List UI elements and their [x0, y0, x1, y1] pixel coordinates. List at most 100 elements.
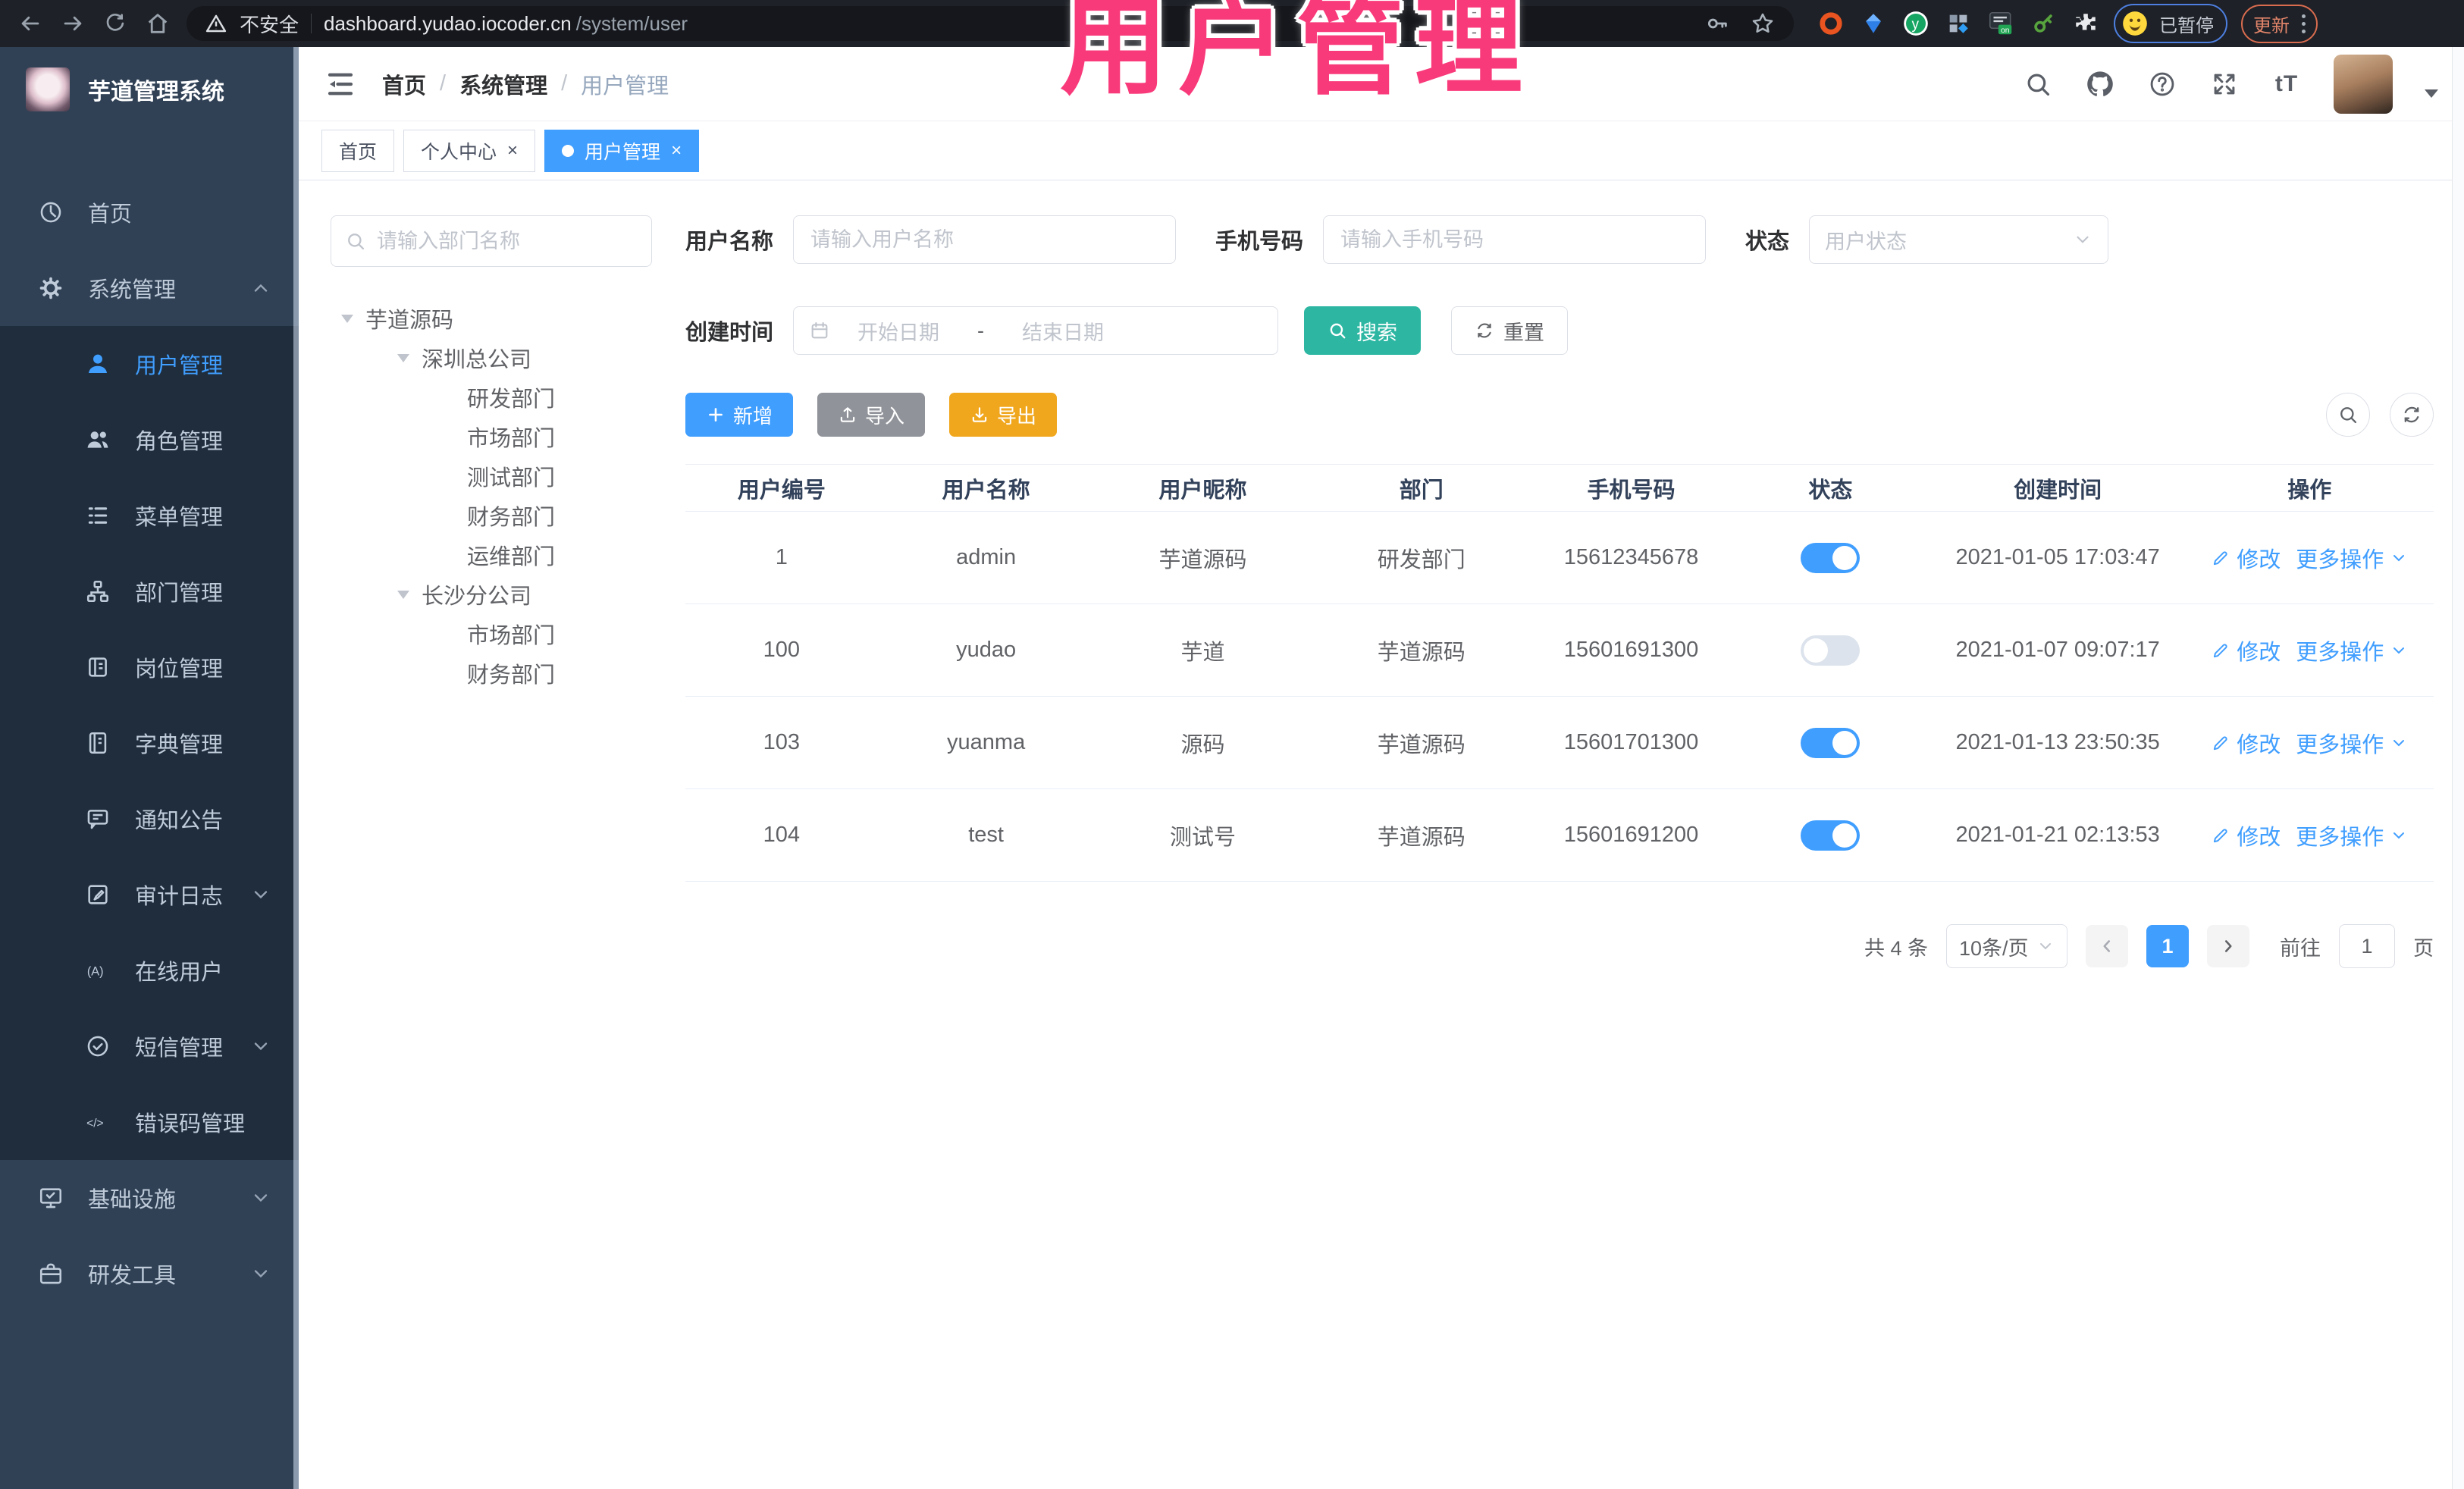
sidebar-scrollbar[interactable]: [293, 47, 299, 1489]
chevron-down-icon: [250, 1187, 271, 1208]
url-path[interactable]: /system/user: [576, 12, 688, 36]
browser-home-icon[interactable]: [144, 10, 171, 37]
sidebar-item-menus[interactable]: 菜单管理: [0, 478, 299, 553]
caret-expanded-icon[interactable]: [397, 353, 409, 362]
tab-profile[interactable]: 个人中心 ×: [403, 129, 536, 172]
avatar-caret-icon[interactable]: [2425, 89, 2438, 98]
tree-node[interactable]: 市场部门: [331, 614, 652, 654]
browser-forward-icon[interactable]: [59, 10, 86, 37]
caret-expanded-icon[interactable]: [341, 314, 353, 323]
breadcrumb-home[interactable]: 首页: [382, 68, 426, 100]
more-actions-link[interactable]: 更多操作: [2296, 820, 2408, 851]
ext-blue-gem-icon[interactable]: [1859, 9, 1888, 38]
collapse-sidebar-icon[interactable]: [324, 68, 356, 100]
tree-node[interactable]: 研发部门: [331, 378, 652, 417]
edit-link[interactable]: 修改: [2211, 542, 2281, 574]
tree-node[interactable]: 财务部门: [331, 496, 652, 535]
page-size-select[interactable]: 10条/页: [1946, 924, 2067, 968]
fullscreen-icon[interactable]: [2209, 69, 2240, 99]
status-toggle[interactable]: [1801, 542, 1861, 573]
cell-nickname: 测试号: [1170, 825, 1237, 850]
ext-on-badge-icon[interactable]: on: [1986, 9, 2015, 38]
browser-reload-icon[interactable]: [102, 10, 129, 37]
page-scrollbar[interactable]: [2452, 47, 2464, 1489]
tree-node[interactable]: 深圳总公司: [331, 338, 652, 378]
department-search-input[interactable]: [377, 229, 638, 253]
close-icon[interactable]: ×: [507, 141, 518, 160]
url-host[interactable]: dashboard.yudao.iocoder.cn: [324, 12, 572, 36]
more-actions-link[interactable]: 更多操作: [2296, 542, 2408, 574]
tree-node[interactable]: 运维部门: [331, 535, 652, 575]
status-toggle[interactable]: [1801, 727, 1861, 758]
sidebar-item-devtools[interactable]: 研发工具: [0, 1236, 299, 1312]
tree-node[interactable]: 测试部门: [331, 456, 652, 496]
sidebar-item-system[interactable]: 系统管理: [0, 250, 299, 326]
more-actions-link[interactable]: 更多操作: [2296, 635, 2408, 666]
sidebar-item-error-codes[interactable]: </> 错误码管理: [0, 1084, 299, 1160]
ext-orange-ring-icon[interactable]: [1817, 9, 1845, 38]
add-button[interactable]: 新增: [685, 393, 794, 437]
sidebar-item-notices[interactable]: 通知公告: [0, 781, 299, 857]
sidebar-item-posts[interactable]: 岗位管理: [0, 629, 299, 705]
search-icon[interactable]: [2023, 69, 2053, 99]
tree-node[interactable]: 市场部门: [331, 417, 652, 456]
security-label[interactable]: 不安全: [240, 10, 299, 38]
current-page-button[interactable]: 1: [2146, 925, 2189, 967]
breadcrumb-system[interactable]: 系统管理: [459, 68, 547, 100]
refresh-table-button[interactable]: [2390, 393, 2434, 437]
user-avatar[interactable]: [2334, 54, 2393, 114]
tree-node[interactable]: 长沙分公司: [331, 575, 652, 614]
edit-link[interactable]: 修改: [2211, 635, 2281, 666]
security-warning-icon[interactable]: [205, 12, 227, 35]
browser-back-icon[interactable]: [17, 10, 44, 37]
next-page-button[interactable]: [2207, 925, 2249, 967]
tree-node[interactable]: 芋道源码: [331, 299, 652, 338]
sidebar-item-home[interactable]: 首页: [0, 174, 299, 250]
close-icon[interactable]: ×: [671, 141, 682, 160]
status-select[interactable]: 用户状态: [1809, 215, 2109, 264]
sidebar-item-departments[interactable]: 部门管理: [0, 553, 299, 629]
sidebar-item-online-users[interactable]: (A) 在线用户: [0, 933, 299, 1008]
toggle-search-button[interactable]: [2326, 393, 2370, 437]
bookmark-star-icon[interactable]: [1750, 11, 1776, 36]
extensions-puzzle-icon[interactable]: [2071, 9, 2100, 38]
sidebar-item-users[interactable]: 用户管理: [0, 326, 299, 402]
edit-link[interactable]: 修改: [2211, 727, 2281, 759]
export-button[interactable]: 导出: [949, 393, 1058, 437]
edit-link[interactable]: 修改: [2211, 820, 2281, 851]
more-actions-link[interactable]: 更多操作: [2296, 727, 2408, 759]
font-size-icon[interactable]: tT: [2271, 69, 2302, 99]
tab-user-management[interactable]: 用户管理 ×: [544, 129, 700, 172]
ext-green-key-icon[interactable]: [2029, 9, 2058, 38]
cell-dept: 芋道源码: [1377, 825, 1466, 850]
github-icon[interactable]: [2085, 69, 2115, 99]
import-button[interactable]: 导入: [817, 393, 926, 437]
sidebar-item-dictionary[interactable]: 字典管理: [0, 705, 299, 781]
sidebar-item-roles[interactable]: 角色管理: [0, 402, 299, 478]
department-search[interactable]: [331, 215, 652, 267]
address-bar[interactable]: 不安全 dashboard.yudao.iocoder.cn/system/us…: [187, 6, 1794, 41]
goto-page-input[interactable]: [2339, 924, 2395, 968]
prev-page-button[interactable]: [2086, 925, 2128, 967]
sidebar-logo-row[interactable]: 芋道管理系统: [0, 47, 299, 132]
help-icon[interactable]: [2147, 69, 2177, 99]
sidebar-item-audit-log[interactable]: 审计日志: [0, 857, 299, 933]
date-range-picker[interactable]: 开始日期 - 结束日期: [793, 306, 1279, 355]
ext-grid-icon[interactable]: [1944, 9, 1973, 38]
sidebar-item-sms[interactable]: 短信管理: [0, 1008, 299, 1084]
tree-node[interactable]: 财务部门: [331, 654, 652, 693]
status-toggle[interactable]: [1801, 820, 1861, 851]
sidebar-item-infrastructure[interactable]: 基础设施: [0, 1160, 299, 1236]
mobile-input[interactable]: [1323, 215, 1707, 264]
caret-expanded-icon[interactable]: [397, 590, 409, 599]
ext-green-circle-icon[interactable]: y: [1901, 9, 1930, 38]
browser-update-button[interactable]: 更新: [2241, 4, 2318, 43]
browser-menu-kebab-icon[interactable]: [2302, 14, 2306, 33]
tab-home[interactable]: 首页: [321, 129, 395, 172]
username-input[interactable]: [793, 215, 1177, 264]
search-button[interactable]: 搜索: [1304, 306, 1422, 355]
browser-profile-chip[interactable]: 已暂停: [2114, 4, 2227, 43]
password-key-icon[interactable]: [1704, 11, 1730, 36]
status-toggle[interactable]: [1801, 635, 1861, 666]
reset-button[interactable]: 重置: [1451, 306, 1569, 355]
